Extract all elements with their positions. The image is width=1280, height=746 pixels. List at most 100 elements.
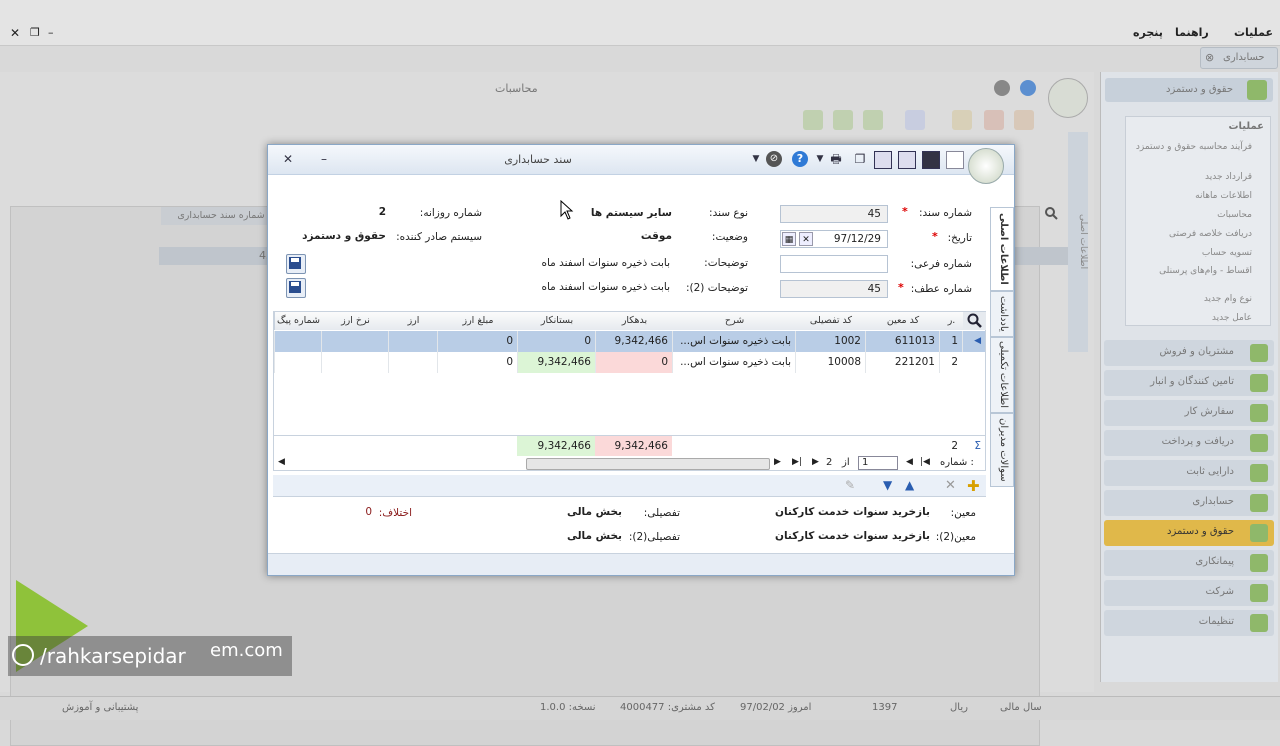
tab-notes[interactable]: یادداشت: [990, 291, 1014, 337]
tab-extra-info[interactable]: اطلاعات تکمیلی: [990, 337, 1014, 413]
save-description2-button[interactable]: [286, 278, 306, 298]
sub-number-field[interactable]: [780, 255, 888, 273]
date-field[interactable]: 97/12/29: [780, 230, 888, 248]
tab-main-info[interactable]: اطلاعات اصلی: [990, 207, 1014, 291]
operation-item[interactable]: فرآیند محاسبه حقوق و دستمزد: [1112, 142, 1252, 152]
operation-item[interactable]: اقساط - وام‌های پرسنلی: [1112, 266, 1252, 276]
operation-item[interactable]: محاسبات: [1112, 210, 1252, 220]
horizontal-scrollbar[interactable]: [526, 458, 770, 470]
column-header-row[interactable]: ر.: [939, 312, 963, 330]
toolbar-icon[interactable]: [1014, 110, 1034, 130]
add-row-icon[interactable]: ✚: [967, 477, 980, 495]
operation-item[interactable]: عامل جدید: [1112, 313, 1252, 323]
minimize-icon[interactable]: –: [48, 26, 54, 39]
nav-item-suppliers[interactable]: تامین کنندگان و انبار: [1104, 370, 1274, 396]
operation-item[interactable]: اطلاعات ماهانه: [1112, 191, 1252, 201]
save-description-button[interactable]: [286, 254, 306, 274]
column-header-tracking[interactable]: شماره پیگ: [274, 312, 322, 330]
operation-item[interactable]: قرارداد جدید: [1112, 172, 1252, 182]
toolbar-icon[interactable]: [863, 110, 883, 130]
nav-item-payroll[interactable]: حقوق و دستمزد: [1104, 520, 1274, 546]
menu-help[interactable]: راهنما: [1175, 26, 1209, 39]
column-header-credit[interactable]: بستانکار: [517, 312, 596, 330]
status-currency: ریال: [950, 702, 968, 713]
minimize-icon[interactable]: –: [316, 151, 332, 167]
pager-current-input[interactable]: 1: [858, 456, 898, 470]
help-icon[interactable]: ?: [792, 151, 808, 167]
column-header-tafsili[interactable]: کد تفصیلی: [795, 312, 866, 330]
nav-item-sales[interactable]: مشتریان و فروش: [1104, 340, 1274, 366]
nav-item-orders[interactable]: سفارش کار: [1104, 400, 1274, 426]
tafsili-label: تفصیلی:: [643, 507, 680, 519]
next-icon[interactable]: ▶: [812, 457, 819, 467]
cell-exchange-rate: [321, 352, 388, 373]
copy-icon[interactable]: ❐: [852, 151, 868, 167]
print-icon[interactable]: 🖶: [828, 151, 844, 167]
toolbar-icon[interactable]: [905, 110, 925, 130]
operation-item[interactable]: دریافت خلاصه فرصتی: [1112, 229, 1252, 239]
previous-icon[interactable]: ◀: [906, 457, 913, 467]
toolbar-icon[interactable]: [984, 110, 1004, 130]
bg-side-tab[interactable]: اطلاعات اصلی: [1068, 132, 1088, 352]
move-up-icon[interactable]: ▲: [905, 478, 914, 492]
column-header-debit[interactable]: بدهکار: [595, 312, 673, 330]
save-close-icon[interactable]: [898, 151, 916, 169]
move-down-icon[interactable]: ▼: [883, 478, 892, 492]
operation-item[interactable]: تسویه حساب: [1112, 248, 1252, 258]
first-page-icon[interactable]: |◀: [920, 457, 930, 467]
chevron-down-icon[interactable]: ▼: [748, 151, 764, 167]
toolbar-icon[interactable]: [952, 110, 972, 130]
column-header-moein[interactable]: کد معین: [865, 312, 940, 330]
save-new-icon[interactable]: [922, 151, 940, 169]
module-tab-label: حسابداری: [1223, 52, 1265, 63]
column-header-currency-amount[interactable]: مبلغ ارز: [437, 312, 518, 330]
menu-operations[interactable]: عملیات: [1234, 26, 1273, 39]
ref-number-field[interactable]: 45: [780, 280, 888, 298]
cell-credit: 0: [517, 331, 595, 352]
module-tab[interactable]: ⊗ حسابداری: [1200, 47, 1278, 69]
nav-item-assets[interactable]: دارایی ثابت: [1104, 460, 1274, 486]
summary-credit: 9,342,466: [517, 436, 595, 456]
operations-header: عملیات: [1228, 121, 1264, 132]
last-page-icon[interactable]: ▶|: [792, 457, 802, 467]
compass-icon[interactable]: ⊘: [766, 151, 782, 167]
doc-number-field[interactable]: 45: [780, 205, 888, 223]
nav-item-payments[interactable]: دریافت و پرداخت: [1104, 430, 1274, 456]
calendar-icon[interactable]: ▦: [782, 232, 796, 246]
new-document-icon[interactable]: [946, 151, 964, 169]
delete-row-icon[interactable]: ✕: [945, 478, 956, 493]
table-row[interactable]: 2 221201 10008 بابت ذخیره سنوات اس... 0 …: [274, 352, 985, 373]
status-date: 97/02/02 امروز: [740, 702, 812, 713]
chevron-down-icon[interactable]: ▼: [812, 151, 828, 167]
close-icon[interactable]: ✕: [280, 151, 296, 167]
save-icon[interactable]: [874, 151, 892, 169]
operation-item[interactable]: نوع وام جدید: [1112, 294, 1252, 304]
nav-item-company[interactable]: شرکت: [1104, 580, 1274, 606]
status-support[interactable]: پشتیبانی و آموزش: [62, 702, 138, 713]
settings-icon[interactable]: [994, 80, 1010, 96]
column-header-exchange-rate[interactable]: نرخ ارز: [321, 312, 389, 330]
menu-window[interactable]: پنجره: [1133, 26, 1163, 39]
description2-field[interactable]: بابت ذخیره سنوات اسفند ماه: [282, 279, 676, 297]
nav-item-contracting[interactable]: پیمانکاری: [1104, 550, 1274, 576]
restore-icon[interactable]: ❐: [30, 26, 40, 39]
search-icon[interactable]: [962, 312, 986, 330]
toolbar-icon[interactable]: [833, 110, 853, 130]
nav-item-settings[interactable]: تنظیمات: [1104, 610, 1274, 636]
toolbar-icon[interactable]: [803, 110, 823, 130]
instagram-icon: [12, 644, 34, 666]
clear-icon[interactable]: ✕: [799, 232, 813, 246]
search-icon[interactable]: [1044, 206, 1066, 220]
help-icon[interactable]: [1020, 80, 1036, 96]
edit-icon[interactable]: ✎: [845, 478, 855, 492]
close-icon[interactable]: ⊗: [1205, 51, 1214, 64]
column-header-currency[interactable]: ارز: [388, 312, 438, 330]
nav-item-accounting[interactable]: حسابداری: [1104, 490, 1274, 516]
column-header-description[interactable]: شرح: [672, 312, 796, 330]
table-row[interactable]: ◀ 1 611013 1002 بابت ذخیره سنوات اس... 9…: [274, 331, 985, 352]
description-field[interactable]: بابت ذخیره سنوات اسفند ماه: [282, 255, 676, 273]
scroll-left-icon[interactable]: ◀: [278, 457, 285, 467]
close-icon[interactable]: ✕: [10, 26, 20, 40]
next-page-icon[interactable]: ▶: [774, 457, 781, 467]
tab-manager-questions[interactable]: سوالات مدیران: [990, 413, 1014, 487]
